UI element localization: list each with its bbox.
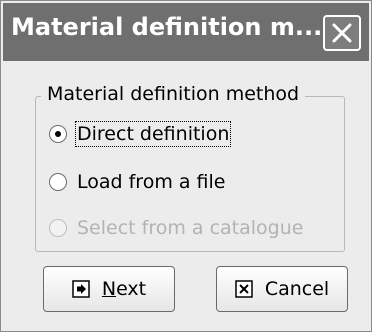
cancel-button-label: Cancel: [264, 278, 330, 300]
x-box-icon: [235, 280, 253, 298]
group-legend: Material definition method: [41, 83, 306, 105]
radio-label-select-from-catalogue: Select from a catalogue: [77, 217, 304, 239]
radio-label-direct-definition: Direct definition: [74, 121, 232, 147]
option-select-from-catalogue: Select from a catalogue: [49, 213, 303, 243]
window-title: Material definition m...: [11, 13, 323, 41]
cancel-button[interactable]: Cancel: [216, 266, 348, 312]
radio-select-from-catalogue: [49, 219, 67, 237]
option-load-from-file[interactable]: Load from a file: [49, 167, 226, 197]
radio-load-from-file[interactable]: [49, 173, 67, 191]
close-button[interactable]: [323, 15, 361, 51]
radio-direct-definition[interactable]: [49, 125, 67, 143]
title-bar[interactable]: Material definition m...: [3, 3, 369, 61]
option-direct-definition[interactable]: Direct definition: [49, 119, 232, 149]
close-icon: [332, 23, 352, 43]
arrow-right-icon: [72, 280, 90, 298]
radio-label-load-from-file: Load from a file: [77, 171, 226, 193]
material-definition-dialog: Material definition m... Material defini…: [0, 0, 372, 332]
next-button[interactable]: Next: [43, 266, 175, 312]
next-button-label: Next: [101, 278, 147, 300]
